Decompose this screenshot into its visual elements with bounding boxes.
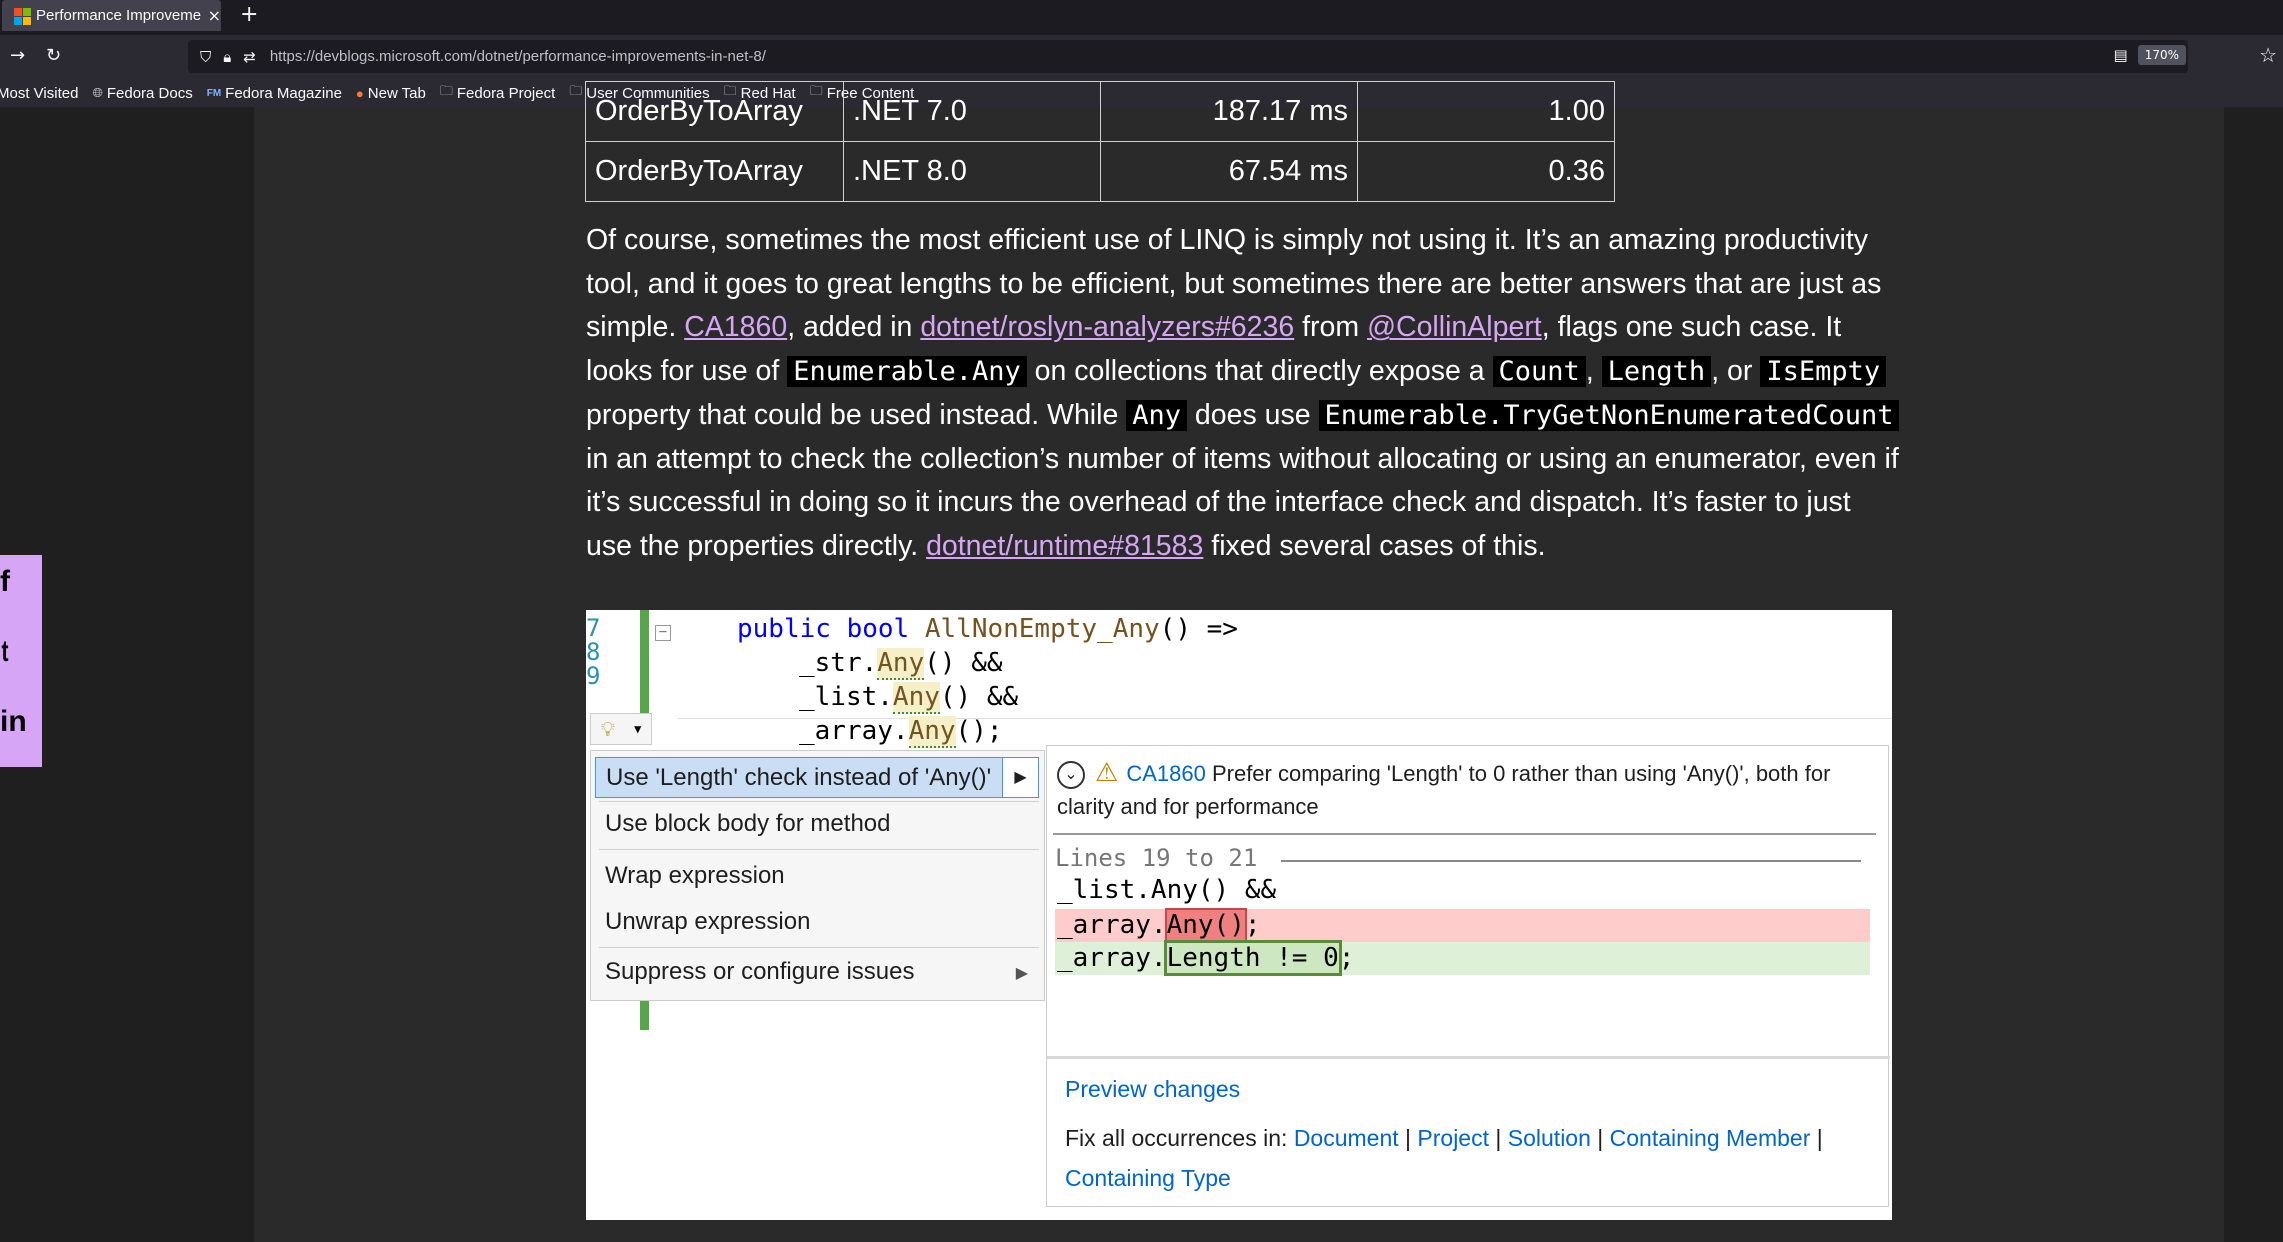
forward-icon[interactable]: →	[10, 45, 25, 66]
article-paragraph: Of course, sometimes the most efficient …	[586, 224, 1900, 562]
reload-icon[interactable]: ↻	[46, 45, 61, 66]
collinalpert-link[interactable]: @CollinAlpert	[1367, 311, 1542, 343]
inline-code: IsEmpty	[1760, 356, 1887, 388]
bookmark-fedora-magazine[interactable]: FM Fedora Magazine	[207, 85, 342, 102]
fix-scope-project[interactable]: Project	[1417, 1125, 1489, 1151]
tab-title: Performance Improveme	[36, 7, 202, 24]
preview-code-line: _list.Any() &&	[1057, 875, 1277, 905]
facebook-icon[interactable]: f	[0, 565, 10, 599]
fix-scope-document[interactable]: Document	[1294, 1125, 1399, 1151]
menu-item-wrap-expression[interactable]: Wrap expression	[595, 855, 1039, 897]
warning-icon: ⚠	[1095, 757, 1119, 787]
table-cell: 187.17 ms	[1100, 81, 1358, 142]
preview-removed-line: _array.Any();	[1055, 908, 1870, 942]
web-page: f t in OrderByToArray .NET 7.0 187.17 ms…	[0, 81, 2283, 1242]
change-indicator	[640, 1000, 649, 1030]
collapse-icon: −	[655, 625, 671, 641]
table-cell: .NET 8.0	[843, 141, 1101, 202]
fix-preview-pane: ⌄ ⚠ CA1860 Prefer comparing 'Length' to 0 …	[1046, 745, 1890, 1207]
preview-changes-link[interactable]: Preview changes	[1065, 1076, 1240, 1103]
line-number: 9	[586, 662, 601, 690]
menu-separator	[599, 801, 1039, 802]
microsoft-logo-icon	[14, 7, 31, 25]
globe-icon: 🌐︎	[92, 85, 103, 100]
divider	[1281, 860, 1861, 862]
tab-bar: Performance Improveme × +	[0, 0, 2283, 35]
lightbulb-icon: 💡︎	[600, 717, 615, 741]
chevron-right-icon: ▶	[1015, 965, 1028, 982]
bookmark-fedora-docs[interactable]: 🌐︎ Fedora Docs	[92, 85, 192, 102]
table-row: OrderByToArray .NET 8.0 67.54 ms 0.36	[585, 141, 1615, 202]
permissions-icon[interactable]: ⇄	[243, 48, 256, 66]
bookmark-most-visited[interactable]: Most Visited	[0, 85, 78, 102]
inline-code: Enumerable.TryGetNonEnumeratedCount	[1318, 399, 1900, 431]
tab-close-icon[interactable]: ×	[208, 6, 221, 25]
inline-code: Enumerable.Any	[787, 356, 1027, 388]
table-cell: .NET 7.0	[843, 81, 1101, 142]
fix-scope-containing-type[interactable]: Containing Type	[1065, 1165, 1231, 1191]
menu-item-use-length-check[interactable]: Use 'Length' check instead of 'Any()' ▶	[595, 757, 1039, 798]
inline-code: Count	[1492, 356, 1586, 388]
inline-code: Any	[1126, 399, 1188, 431]
browser-tab[interactable]: Performance Improveme ×	[2, 0, 221, 31]
folder-icon: 🗀︎	[439, 83, 453, 98]
menu-item-unwrap-expression[interactable]: Unwrap expression	[595, 901, 1039, 943]
new-tab-button[interactable]: +	[240, 2, 258, 27]
bookmark-new-tab[interactable]: ● New Tab	[356, 85, 426, 102]
firefox-icon: ●	[355, 85, 364, 101]
quick-actions-menu: Use 'Length' check instead of 'Any()' ▶ …	[590, 750, 1045, 1001]
url-bar-actions: ▤ 170%	[2102, 45, 2186, 65]
navigation-bar: → ↻ ⛉ 🔒︎ ⇄ https://devblogs.microsoft.co…	[0, 35, 2283, 79]
code-line: public bool AllNonEmpty_Any() =>	[737, 614, 1238, 644]
preview-added-line: _array.Length != 0;	[1055, 940, 1870, 976]
fm-icon: FM	[206, 87, 222, 99]
fix-scope-containing-member[interactable]: Containing Member	[1610, 1125, 1811, 1151]
lock-icon[interactable]: 🔒︎	[223, 48, 231, 66]
folder-icon: 🗀︎	[569, 83, 583, 98]
zoom-level[interactable]: 170%	[2137, 45, 2186, 65]
runtime-pr-link[interactable]: dotnet/runtime#81583	[926, 530, 1203, 562]
share-sidebar: f t in	[0, 555, 42, 767]
screen: Performance Improveme × + → ↻ ⛉ 🔒︎ ⇄ htt…	[0, 0, 2283, 1242]
diagnostic-header: ⌄ ⚠ CA1860 Prefer comparing 'Length' to 0 …	[1057, 756, 1877, 823]
quick-actions-button[interactable]: 💡︎ ▼	[590, 713, 652, 745]
twitter-icon[interactable]: t	[2, 635, 9, 669]
shield-icon[interactable]: ⛉	[200, 48, 211, 66]
table-row: OrderByToArray .NET 7.0 187.17 ms 1.00	[585, 81, 1615, 142]
code-line: _str.Any() &&	[799, 648, 1003, 680]
url-bar[interactable]: ⛉ 🔒︎ ⇄ https://devblogs.microsoft.com/do…	[188, 40, 2188, 73]
menu-separator	[599, 947, 1039, 948]
code-line: _array.Any();	[799, 716, 1003, 748]
lines-range-label: Lines 19 to 21	[1055, 844, 1258, 872]
fix-all-occurrences: Fix all occurrences in: Document | Proje…	[1065, 1125, 1823, 1191]
divider	[1053, 833, 1876, 835]
table-cell: OrderByToArray	[585, 141, 844, 202]
inline-code: Length	[1601, 356, 1712, 388]
fix-scope-solution[interactable]: Solution	[1508, 1125, 1591, 1151]
divider	[1047, 1056, 1890, 1059]
chevron-down-icon: ▼	[634, 722, 642, 736]
collapse-chevron-icon[interactable]: ⌄	[1057, 761, 1085, 790]
code-line: _list.Any() &&	[799, 682, 1019, 714]
benchmark-table: OrderByToArray .NET 7.0 187.17 ms 1.00 O…	[585, 81, 1615, 202]
reader-view-icon[interactable]: ▤	[2114, 46, 2128, 64]
menu-separator	[599, 849, 1039, 850]
roslyn-analyzers-pr-link[interactable]: dotnet/roslyn-analyzers#6236	[920, 311, 1294, 343]
menu-item-suppress-configure[interactable]: Suppress or configure issues	[595, 951, 1039, 993]
menu-item-use-block-body[interactable]: Use block body for method	[595, 803, 1039, 845]
table-cell: 67.54 ms	[1100, 141, 1358, 202]
ca1860-rule-link[interactable]: CA1860	[1126, 761, 1206, 786]
url-text[interactable]: https://devblogs.microsoft.com/dotnet/pe…	[270, 48, 766, 65]
table-cell: 1.00	[1357, 81, 1615, 142]
bookmark-fedora-project[interactable]: 🗀︎ Fedora Project	[440, 82, 555, 104]
linkedin-icon[interactable]: in	[0, 705, 27, 739]
ca1860-link[interactable]: CA1860	[684, 311, 787, 343]
bookmark-star-icon[interactable]: ☆	[2259, 43, 2277, 67]
visual-studio-screenshot: 7 8 9 − public bool AllNonEmpty_Any() =>…	[586, 610, 1892, 1220]
table-cell: 0.36	[1357, 141, 1615, 202]
chevron-right-icon[interactable]: ▶	[1002, 758, 1038, 797]
table-cell: OrderByToArray	[585, 81, 844, 142]
